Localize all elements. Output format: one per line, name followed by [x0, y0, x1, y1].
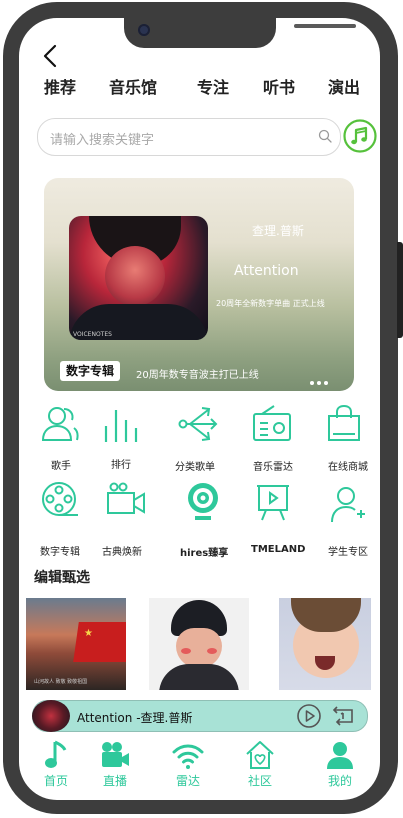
more-dots-icon[interactable]: [310, 370, 332, 385]
top-tab-bar: 推荐 音乐馆 专注 听书 演出: [0, 74, 403, 100]
search-input[interactable]: 请输入搜索关键字: [37, 118, 341, 156]
presentation-icon: [257, 485, 289, 521]
play-icon[interactable]: [297, 704, 321, 728]
album-cover: VOICENOTES: [69, 216, 208, 340]
grid-item-tmeland[interactable]: [256, 482, 290, 522]
banner-song-title: Attention: [234, 263, 299, 279]
editor-pick-thumbnail[interactable]: ★ 山河故人 致敬 致敬祖国: [26, 598, 126, 690]
mini-player[interactable]: Attention -查理.普斯: [32, 700, 368, 732]
grid-label-classical: 古典焕新: [102, 547, 142, 558]
category-playlist-icon: [178, 407, 218, 441]
nav-live[interactable]: 直播: [90, 740, 140, 789]
phone-mockup: 推荐 音乐馆 专注 听书 演出 请输入搜索关键字 VOICENOTES 查理.普…: [0, 0, 403, 818]
grid-label-singer: 歌手: [51, 461, 71, 472]
user-icon: [327, 742, 353, 769]
grid-label-ranking: 排行: [111, 460, 131, 471]
nav-community[interactable]: 社区: [235, 740, 285, 789]
grid-item-music-radar[interactable]: [252, 404, 292, 442]
banner-promo-text: 20周年全新数字单曲 正式上线: [216, 299, 325, 308]
music-recognition-icon[interactable]: [343, 119, 377, 153]
repeat-one-icon[interactable]: [329, 704, 357, 728]
flag-shape: [73, 622, 126, 662]
nav-label-live: 直播: [102, 774, 127, 788]
thumb-caption: 山河故人 致敬 致敬祖国: [34, 679, 88, 685]
grid-item-category-playlist[interactable]: [178, 404, 220, 444]
grid-label-tmeland: TMELAND: [251, 544, 306, 555]
home-heart-icon: [246, 741, 274, 769]
nav-home[interactable]: 首页: [31, 740, 81, 789]
singer-icon: [41, 407, 79, 441]
grid-label-music-radar: 音乐雷达: [253, 462, 293, 473]
tab-music-hall[interactable]: 音乐馆: [109, 74, 157, 98]
thumb-jacket: [159, 664, 239, 690]
video-camera-icon: [102, 742, 129, 767]
cover-face: [105, 246, 165, 306]
nav-label-home: 首页: [43, 774, 68, 788]
grid-item-online-store[interactable]: [327, 404, 361, 442]
tab-performance[interactable]: 演出: [328, 74, 360, 98]
grid-label-hires: hires臻享: [180, 548, 229, 559]
banner-caption: 20周年数专音波主打已上线: [136, 370, 259, 381]
search-icon[interactable]: [318, 129, 332, 143]
wifi-icon: [172, 744, 204, 769]
grid-item-digital-album[interactable]: [40, 480, 80, 520]
phone-side-button: [397, 242, 403, 338]
grid-item-singer[interactable]: [40, 404, 80, 444]
grid-label-online-store: 在线商城: [328, 462, 368, 473]
grid-label-digital-album: 数字专辑: [40, 547, 80, 558]
speaker-grille: [294, 24, 356, 28]
front-camera: [138, 24, 150, 36]
cover-tag: VOICENOTES: [73, 331, 112, 338]
grid-item-classical[interactable]: [106, 482, 146, 516]
tab-focus[interactable]: 专注: [197, 74, 229, 98]
editor-pick-thumbnail[interactable]: [149, 598, 249, 690]
digital-album-badge[interactable]: 数字专辑: [60, 361, 121, 381]
search-placeholder: 请输入搜索关键字: [50, 133, 155, 148]
banner-artist: 查理.普斯: [252, 224, 304, 238]
film-reel-icon: [42, 482, 78, 516]
add-user-icon: [331, 487, 365, 523]
grid-item-student-zone[interactable]: [330, 486, 366, 524]
player-album-art[interactable]: [32, 700, 70, 732]
featured-album-banner[interactable]: VOICENOTES 查理.普斯 Attention 20周年全新数字单曲 正式…: [44, 178, 354, 391]
grid-item-ranking[interactable]: [102, 406, 142, 444]
thumb-cheek: [181, 648, 191, 654]
nav-label-me: 我的: [327, 774, 352, 788]
radio-icon: [253, 405, 291, 441]
star-icon: ★: [84, 628, 93, 639]
tab-audiobook[interactable]: 听书: [263, 74, 295, 98]
grid-label-student-zone: 学生专区: [328, 547, 368, 558]
music-note-icon: [45, 740, 67, 768]
video-camera-icon: [107, 482, 145, 514]
editor-pick-thumbnail[interactable]: [279, 598, 371, 690]
player-track-title: Attention -查理.普斯: [77, 711, 193, 725]
thumb-cheek: [207, 648, 217, 654]
section-title-editor-picks: 编辑甄选: [34, 570, 90, 586]
grid-item-hires[interactable]: [186, 482, 220, 522]
tab-recommend[interactable]: 推荐: [44, 74, 76, 98]
grid-label-category-playlist: 分类歌单: [175, 462, 215, 473]
nav-radar[interactable]: 雷达: [163, 740, 213, 789]
nav-label-radar: 雷达: [175, 774, 200, 788]
shopping-bag-icon: [328, 404, 360, 441]
webcam-icon: [188, 483, 218, 520]
ranking-icon: [104, 410, 138, 442]
nav-me[interactable]: 我的: [315, 740, 365, 789]
back-arrow-icon[interactable]: [40, 44, 62, 68]
nav-label-community: 社区: [247, 774, 272, 788]
